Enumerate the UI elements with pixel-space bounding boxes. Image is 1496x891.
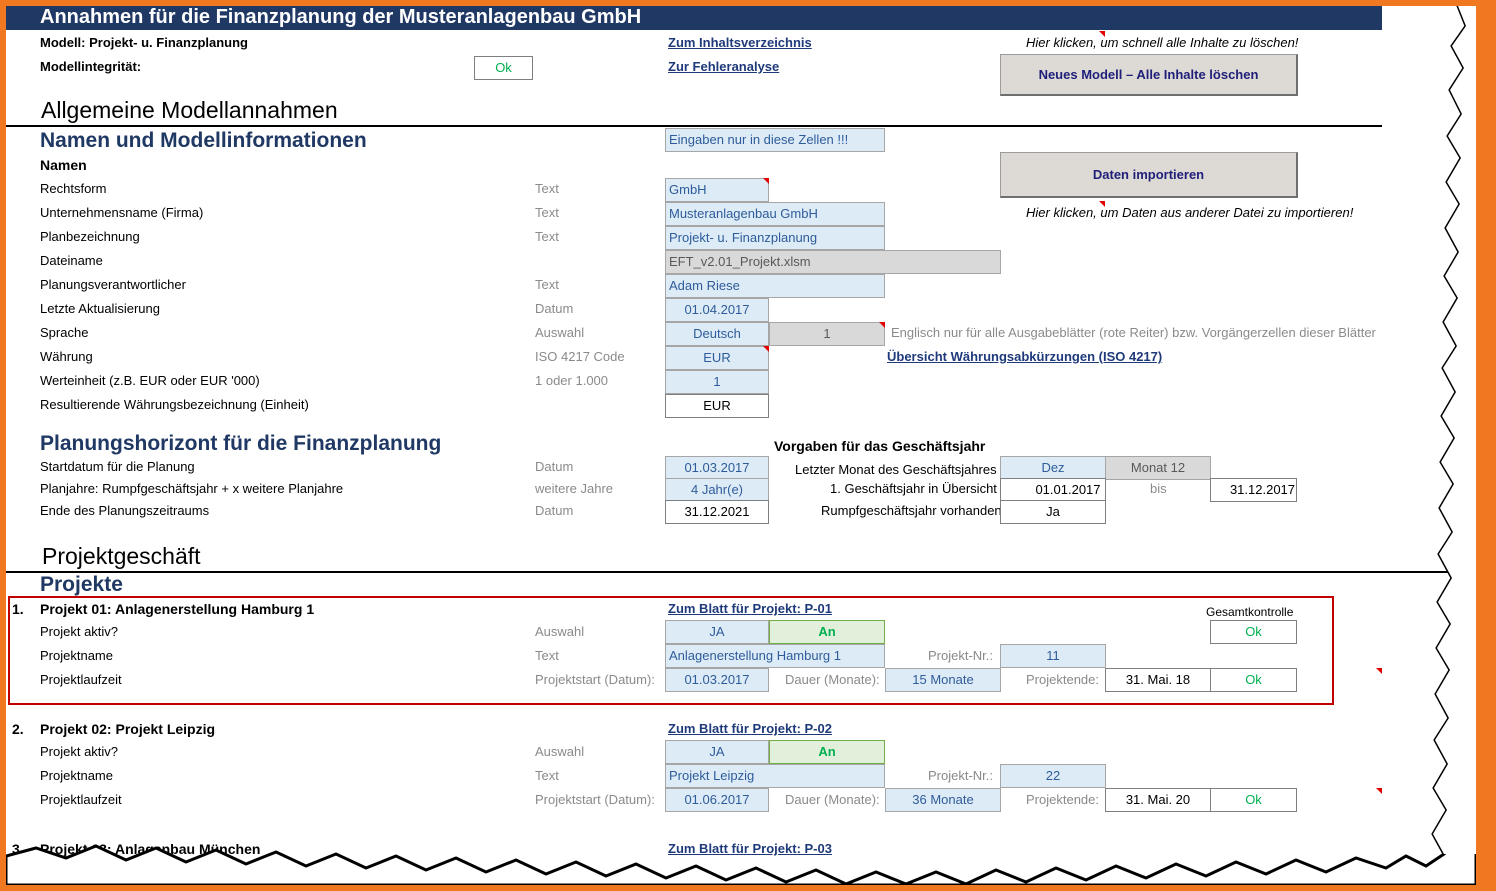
torn-edge-decoration xyxy=(6,6,1476,885)
spreadsheet: Annahmen für die Finanzplanung der Muste… xyxy=(6,6,1476,885)
